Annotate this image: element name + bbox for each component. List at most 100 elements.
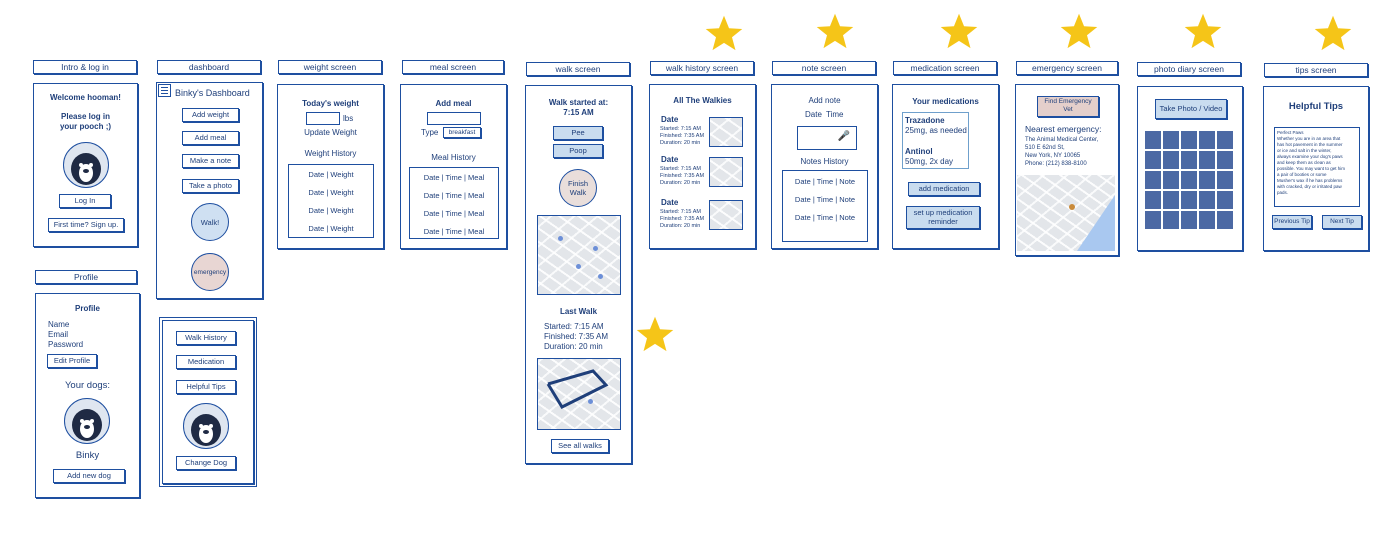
walk-entry-map[interactable] bbox=[709, 200, 743, 230]
walk-history-screen-label: walk history screen bbox=[650, 61, 754, 75]
table-row: Date | Time | Note bbox=[794, 195, 856, 204]
note-time-label: Time bbox=[826, 110, 844, 119]
todays-weight-title: Today's weight bbox=[302, 99, 359, 108]
helpful-tips-menu-item[interactable]: Helpful Tips bbox=[176, 380, 236, 394]
note-screen-frame: Add note Date Time 🎤 Notes History Date … bbox=[771, 84, 878, 249]
walk-entry-date: Date bbox=[661, 155, 679, 164]
medication-name: Antinol bbox=[905, 147, 933, 156]
walk-entry-map[interactable] bbox=[709, 117, 743, 147]
pee-button[interactable]: Pee bbox=[553, 126, 603, 140]
please-text-2: your pooch ;) bbox=[59, 122, 112, 131]
add-note-title: Add note bbox=[808, 96, 841, 105]
medication-name: Trazadone bbox=[905, 116, 945, 125]
hamburger-menu-icon[interactable] bbox=[158, 84, 171, 97]
phone-number: Phone: (212) 838-8100 bbox=[1025, 161, 1087, 167]
take-photo-video-button[interactable]: Take Photo / Video bbox=[1155, 99, 1227, 119]
table-row: Date | Time | Meal bbox=[423, 209, 485, 218]
medication-reminder-button[interactable]: set up medication reminder bbox=[906, 206, 980, 229]
dashboard-screen-frame: Binky's Dashboard Add weight Add meal Ma… bbox=[156, 82, 263, 299]
walk-button[interactable]: Walk! bbox=[191, 203, 229, 241]
tip-line: with cracked, dry or irritated paw bbox=[1277, 184, 1342, 189]
walk-entry-started: Started: 7:15 AM bbox=[660, 166, 701, 172]
table-row: Date | Time | Note bbox=[794, 177, 856, 186]
find-emergency-vet-button[interactable]: Find Emergency Vet bbox=[1037, 96, 1099, 117]
tip-line: possible. You may want to get him bbox=[1277, 166, 1346, 171]
tips-screen-label: tips screen bbox=[1264, 63, 1368, 77]
signup-button[interactable]: First time? Sign up. bbox=[48, 218, 124, 232]
star-icon bbox=[1184, 13, 1222, 49]
walk-entry-date: Date bbox=[661, 198, 679, 207]
current-walk-map[interactable] bbox=[537, 215, 621, 295]
weight-input[interactable] bbox=[306, 112, 340, 125]
walk-history-title: All The Walkies bbox=[673, 96, 732, 105]
medication-screen-frame: Your medications Trazadone 25mg, as need… bbox=[892, 84, 999, 249]
dashboard-title: Binky's Dashboard bbox=[175, 88, 250, 98]
tip-line: always examine your dog's paws bbox=[1277, 154, 1343, 159]
meal-input[interactable] bbox=[427, 112, 481, 125]
walk-started-label: Walk started at: bbox=[548, 98, 609, 107]
medication-menu-item[interactable]: Medication bbox=[176, 355, 236, 369]
take-photo-button[interactable]: Take a photo bbox=[182, 179, 239, 193]
microphone-icon[interactable]: 🎤 bbox=[838, 131, 850, 142]
tip-line: has hot pavement in the summer bbox=[1277, 142, 1343, 147]
last-walk-duration: Duration: 20 min bbox=[544, 342, 603, 351]
add-dog-button[interactable]: Add new dog bbox=[53, 469, 125, 483]
medication-list: Trazadone 25mg, as needed Antinol 50mg, … bbox=[902, 112, 969, 169]
see-all-walks-button[interactable]: See all walks bbox=[551, 439, 609, 453]
star-icon bbox=[1060, 13, 1098, 49]
photo-grid[interactable] bbox=[1145, 131, 1233, 229]
make-note-button[interactable]: Make a note bbox=[182, 154, 239, 168]
meal-history-table: Date | Time | Meal Date | Time | Meal Da… bbox=[409, 167, 499, 239]
emergency-map[interactable] bbox=[1017, 175, 1115, 251]
side-menu-frame: Walk History Medication Helpful Tips Cha… bbox=[159, 317, 257, 487]
table-row: Date | Weight bbox=[308, 224, 354, 233]
please-text-1: Please log in bbox=[61, 112, 110, 121]
address-line-3: New York, NY 10065 bbox=[1025, 153, 1081, 159]
emergency-button[interactable]: emergency bbox=[191, 253, 229, 291]
table-row: Date | Time | Meal bbox=[423, 227, 485, 236]
login-button[interactable]: Log In bbox=[59, 194, 111, 208]
walk-entry-finished: Finished: 7:35 AM bbox=[660, 216, 705, 222]
profile-screen-label: Profile bbox=[35, 270, 137, 284]
weight-history-table: Date | Weight Date | Weight Date | Weigh… bbox=[288, 164, 374, 238]
meal-type-select[interactable]: breakfast bbox=[443, 127, 481, 138]
weight-screen-frame: Today's weight lbs Update Weight Weight … bbox=[277, 84, 384, 249]
meal-screen-label: meal screen bbox=[402, 60, 504, 74]
star-icon bbox=[1314, 15, 1352, 51]
note-date-label: Date bbox=[805, 110, 822, 119]
tips-screen-frame: Helpful Tips Perfect Paws Whether you ar… bbox=[1263, 86, 1369, 251]
weight-screen-label: weight screen bbox=[278, 60, 382, 74]
finish-walk-button[interactable]: Finish Walk bbox=[559, 169, 597, 207]
star-icon bbox=[816, 13, 854, 49]
walk-entry-duration: Duration: 20 min bbox=[660, 140, 701, 146]
table-row: Date | Time | Meal bbox=[423, 191, 485, 200]
tip-line: or ice and salt in the winter, bbox=[1277, 148, 1332, 153]
walk-history-menu-item[interactable]: Walk History bbox=[176, 331, 236, 345]
walk-entry-map[interactable] bbox=[709, 157, 743, 187]
address-line-1: The Animal Medical Center, bbox=[1025, 137, 1099, 143]
edit-profile-button[interactable]: Edit Profile bbox=[47, 354, 97, 368]
poop-button[interactable]: Poop bbox=[553, 144, 603, 158]
medication-dose: 50mg, 2x day bbox=[905, 157, 954, 166]
your-dogs-heading: Your dogs: bbox=[64, 380, 111, 391]
previous-tip-button[interactable]: Previous Tip bbox=[1272, 215, 1312, 229]
find-emergency-label-2: Vet bbox=[1063, 106, 1073, 113]
weight-unit: lbs bbox=[343, 114, 354, 123]
tip-line: Whether you are in an area that bbox=[1277, 136, 1341, 141]
profile-screen-frame: Profile Name Email Password Edit Profile… bbox=[35, 293, 140, 498]
walk-entry-started: Started: 7:15 AM bbox=[660, 209, 701, 215]
walk-started-time: 7:15 AM bbox=[563, 108, 594, 117]
last-walk-map[interactable] bbox=[537, 358, 621, 430]
profile-title: Profile bbox=[75, 304, 100, 313]
find-emergency-label-1: Find Emergency bbox=[1044, 98, 1092, 105]
dog-avatar bbox=[63, 142, 109, 188]
change-dog-button[interactable]: Change Dog bbox=[176, 456, 236, 470]
next-tip-button[interactable]: Next Tip bbox=[1322, 215, 1362, 229]
add-meal-button[interactable]: Add meal bbox=[182, 131, 239, 145]
note-input[interactable]: 🎤 bbox=[797, 126, 857, 150]
add-weight-button[interactable]: Add weight bbox=[182, 108, 239, 122]
tip-line: and keep them as clean as bbox=[1277, 160, 1331, 165]
update-weight-button[interactable]: Update Weight bbox=[278, 128, 383, 137]
table-row: Date | Time | Meal bbox=[423, 173, 485, 182]
add-medication-button[interactable]: add medication bbox=[908, 182, 980, 196]
